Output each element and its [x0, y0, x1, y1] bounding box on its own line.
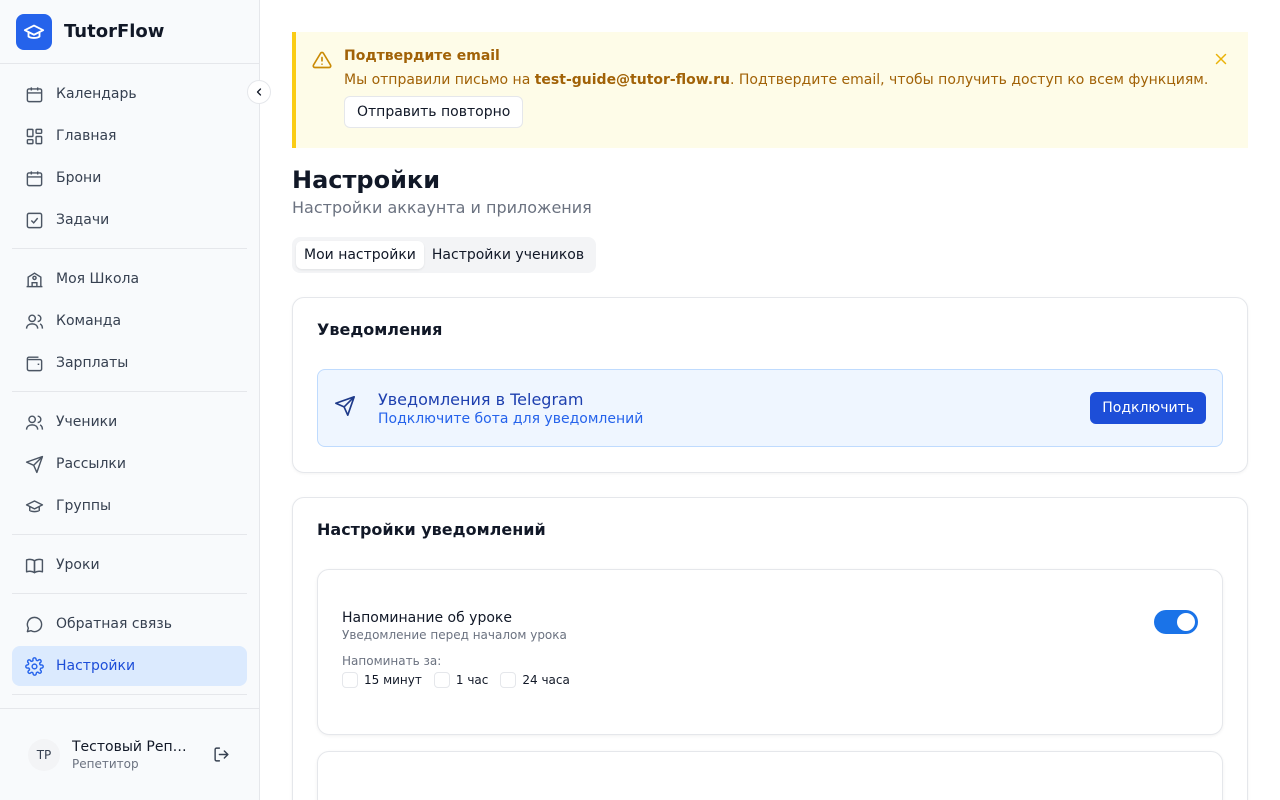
tab-student-settings[interactable]: Настройки учеников — [424, 241, 592, 269]
email-verification-alert: Подтвердите email Мы отправили письмо на… — [292, 32, 1248, 148]
logout-icon[interactable] — [211, 745, 231, 765]
warning-icon — [312, 50, 332, 74]
send-icon — [334, 395, 358, 421]
sidebar-item-settings[interactable]: Настройки — [12, 646, 247, 686]
sidebar-item-label: Моя Школа — [56, 271, 140, 287]
dashboard-icon — [24, 126, 44, 146]
notifications-card: Уведомления Уведомления в Telegram Подкл… — [292, 297, 1248, 473]
sidebar-item-team[interactable]: Команда — [12, 301, 247, 341]
sidebar-item-label: Настройки — [56, 658, 136, 674]
telegram-text: Уведомления в Telegram Подключите бота д… — [378, 390, 1090, 427]
lesson-reminder-toggle[interactable] — [1154, 610, 1198, 634]
graduation-cap-icon — [24, 496, 44, 516]
sidebar-item-label: Брони — [56, 170, 102, 186]
collapse-sidebar-button[interactable] — [247, 80, 271, 104]
sidebar-item-feedback[interactable]: Обратная связь — [12, 604, 247, 644]
main-content: Подтвердите email Мы отправили письмо на… — [292, 32, 1248, 800]
alert-email: test-guide@tutor-flow.ru — [534, 72, 730, 88]
sidebar-item-label: Уроки — [56, 557, 100, 573]
option-label: 1 час — [455, 673, 489, 687]
checkbox[interactable] — [433, 672, 450, 688]
sidebar-nav: Календарь Главная Брони Задачи Моя Школа — [0, 64, 259, 695]
connect-button[interactable]: Подключить — [1090, 392, 1206, 424]
alert-text-before: Мы отправили письмо на — [344, 72, 535, 88]
checkbox[interactable] — [500, 672, 517, 688]
user-profile: ТР Тестовый Репетитор Репетитор — [0, 708, 259, 800]
users-icon — [24, 412, 44, 432]
school-icon — [24, 269, 44, 289]
checkbox[interactable] — [342, 672, 358, 688]
avatar: ТР — [28, 738, 60, 771]
setting-title: Напоминание об уроке — [342, 610, 512, 626]
nav-group: Уроки — [12, 535, 247, 594]
sidebar-item-label: Календарь — [56, 86, 137, 102]
sidebar: TutorFlow Календарь Главная Брони Задачи — [0, 0, 271, 800]
telegram-notifications: Уведомления в Telegram Подключите бота д… — [317, 369, 1223, 447]
sidebar-item-mailings[interactable]: Рассылки — [12, 444, 247, 484]
sidebar-item-label: Задачи — [56, 212, 110, 228]
alert-title: Подтвердите email — [344, 48, 500, 64]
lesson-reminder-card: Напоминание об уроке Уведомление перед н… — [317, 569, 1223, 735]
sidebar-item-home[interactable]: Главная — [12, 116, 247, 156]
brand[interactable]: TutorFlow — [0, 0, 259, 64]
card-title: Уведомления — [317, 320, 443, 339]
sidebar-item-students[interactable]: Ученики — [12, 402, 247, 442]
message-icon — [24, 614, 44, 634]
alert-text-after: . Подтвердите email, чтобы получить дост… — [729, 72, 1209, 88]
page-subtitle: Настройки аккаунта и приложения — [292, 198, 592, 217]
sidebar-item-label: Команда — [56, 313, 122, 329]
sidebar-item-label: Ученики — [56, 414, 118, 430]
settings-item-card — [317, 751, 1223, 800]
sidebar-item-label: Главная — [56, 128, 117, 144]
nav-group: Календарь Главная Брони Задачи — [12, 64, 247, 249]
user-info: Тестовый Репетитор Репетитор — [72, 739, 211, 771]
sidebar-item-label: Группы — [56, 498, 112, 514]
sidebar-item-salaries[interactable]: Зарплаты — [12, 343, 247, 383]
nav-group: Обратная связь Настройки — [12, 594, 247, 695]
setting-subtitle: Уведомление перед началом урока — [342, 628, 567, 642]
settings-tabs: Мои настройки Настройки учеников — [292, 237, 597, 273]
sidebar-item-label: Зарплаты — [56, 355, 129, 371]
users-icon — [24, 311, 44, 331]
telegram-subtitle: Подключите бота для уведомлений — [378, 410, 644, 427]
chevron-left-icon — [256, 88, 262, 96]
sidebar-item-tasks[interactable]: Задачи — [12, 200, 247, 240]
tab-my-settings[interactable]: Мои настройки — [296, 241, 424, 269]
remind-option-15-min[interactable]: 15 минут — [342, 672, 422, 688]
resend-button[interactable]: Отправить повторно — [344, 96, 524, 128]
remind-options: 15 минут 1 час 24 часа — [342, 672, 1198, 688]
nav-group: Моя Школа Команда Зарплаты — [12, 249, 247, 392]
remind-option-24-hours[interactable]: 24 часа — [500, 672, 570, 688]
remind-label: Напоминать за: — [342, 654, 442, 668]
remind-option-1-hour[interactable]: 1 час — [433, 672, 489, 688]
sidebar-item-label: Обратная связь — [56, 616, 172, 632]
checkbox-icon — [24, 210, 44, 230]
alert-text: Мы отправили письмо на test-guide@tutor-… — [344, 72, 1228, 88]
nav-group: Ученики Рассылки Группы — [12, 392, 247, 535]
calendar-icon — [24, 84, 44, 104]
wallet-icon — [24, 353, 44, 373]
sidebar-item-label: Рассылки — [56, 456, 126, 472]
user-name: Тестовый Репетитор — [72, 738, 192, 755]
page-title: Настройки — [292, 166, 441, 194]
option-label: 24 часа — [522, 673, 570, 687]
option-label: 15 минут — [364, 673, 422, 687]
sidebar-item-bookings[interactable]: Брони — [12, 158, 247, 198]
send-icon — [24, 454, 44, 474]
close-icon[interactable] — [1212, 50, 1230, 72]
telegram-title: Уведомления в Telegram — [378, 389, 584, 409]
graduation-cap-icon — [16, 13, 52, 50]
sidebar-item-calendar[interactable]: Календарь — [12, 74, 247, 114]
user-role: Репетитор — [72, 756, 139, 771]
gear-icon — [24, 656, 44, 676]
sidebar-item-groups[interactable]: Группы — [12, 486, 247, 526]
sidebar-item-my-school[interactable]: Моя Школа — [12, 259, 247, 299]
card-title: Настройки уведомлений — [317, 520, 546, 539]
sidebar-item-lessons[interactable]: Уроки — [12, 545, 247, 585]
toggle-knob — [1177, 613, 1195, 631]
app-name: TutorFlow — [64, 21, 165, 42]
book-icon — [24, 555, 44, 575]
calendar-icon — [24, 168, 44, 188]
notification-settings-card: Настройки уведомлений Напоминание об уро… — [292, 497, 1248, 800]
